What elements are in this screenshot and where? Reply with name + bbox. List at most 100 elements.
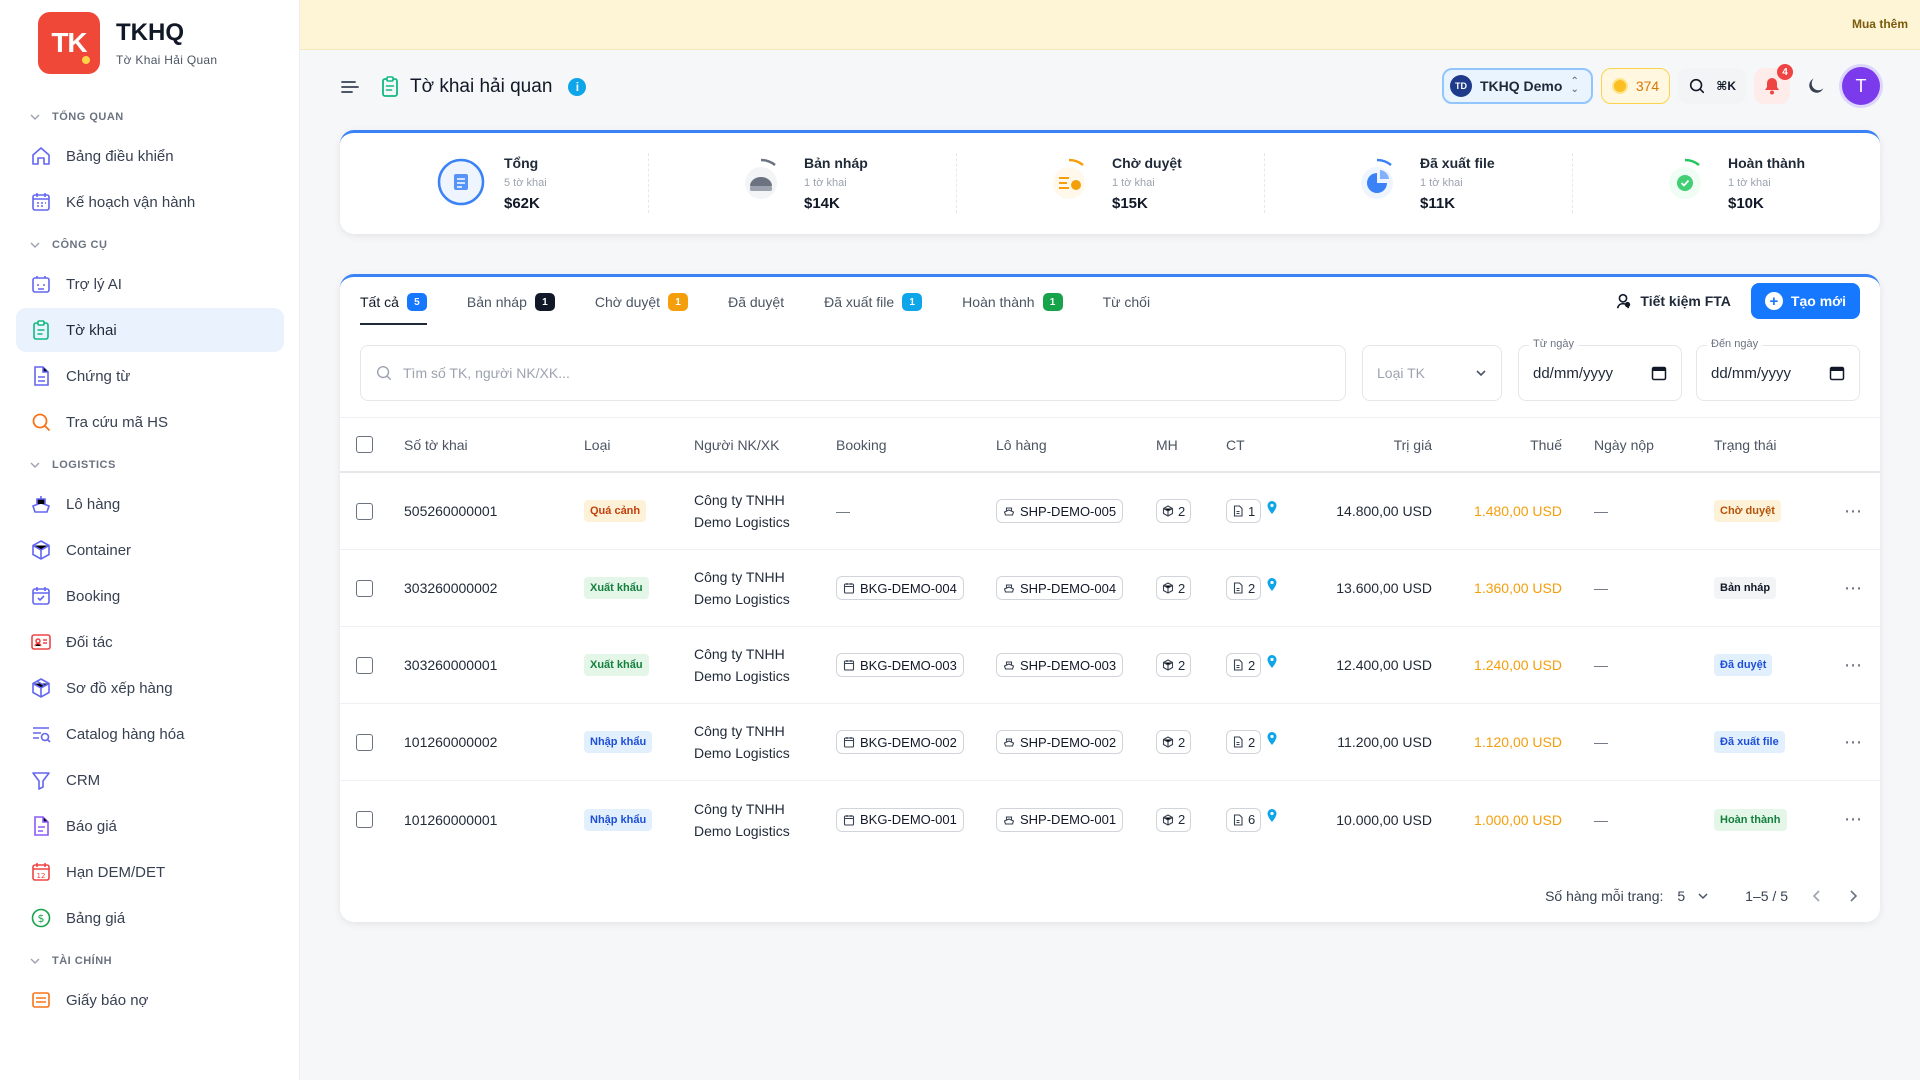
brand[interactable]: TK TKHQ Tờ Khai Hải Quan: [38, 12, 217, 74]
sidebar-item-1-3[interactable]: Tra cứu mã HS: [16, 400, 284, 444]
stat-card-1[interactable]: Bản nháp 1 tờ khai $14K: [648, 133, 956, 234]
sidebar-section-0[interactable]: TỔNG QUAN: [16, 102, 284, 132]
shipment-tag[interactable]: SHP-DEMO-001: [996, 807, 1124, 832]
row-checkbox[interactable]: [356, 579, 373, 597]
declaration-no[interactable]: 101260000001: [404, 781, 497, 858]
location-pin-icon[interactable]: [1267, 809, 1277, 822]
row-more-icon[interactable]: ⋯: [1844, 704, 1863, 780]
stat-card-0[interactable]: Tổng 5 tờ khai $62K: [340, 133, 648, 234]
tab-6[interactable]: Từ chối: [1103, 277, 1151, 327]
menu-toggle-icon[interactable]: [340, 77, 360, 97]
stat-card-3[interactable]: Đã xuất file 1 tờ khai $11K: [1264, 133, 1572, 234]
table-row[interactable]: 101260000002 Nhập khẩu Công ty TNHH Demo L…: [340, 704, 1880, 781]
row-checkbox[interactable]: [356, 502, 373, 520]
sidebar-item-1-2[interactable]: Chứng từ: [16, 354, 284, 398]
sidebar-item-2-3[interactable]: Đối tác: [16, 620, 284, 664]
search-input[interactable]: [403, 365, 1303, 381]
stat-card-4[interactable]: Hoàn thành 1 tờ khai $10K: [1572, 133, 1880, 234]
col-tax[interactable]: Thuế: [1530, 418, 1562, 471]
table-row[interactable]: 303260000001 Xuất khẩu Công ty TNHH Demo L…: [340, 627, 1880, 704]
global-search-button[interactable]: ⌘K: [1678, 68, 1746, 104]
row-checkbox[interactable]: [356, 811, 373, 828]
shipment-tag[interactable]: SHP-DEMO-002: [996, 730, 1124, 754]
sidebar-item-3-0[interactable]: Giấy báo nợ: [16, 978, 284, 1022]
sidebar-item-1-0[interactable]: Trợ lý AI: [16, 262, 284, 306]
table-row[interactable]: 505260000001 Quá cảnh Công ty TNHH Demo Lo…: [340, 473, 1880, 550]
location-pin-icon[interactable]: [1267, 577, 1277, 591]
declaration-no[interactable]: 303260000002: [404, 550, 497, 626]
row-checkbox[interactable]: [356, 733, 373, 751]
declaration-no[interactable]: 303260000001: [404, 627, 497, 703]
location-pin-icon[interactable]: [1267, 654, 1277, 668]
row-more-icon[interactable]: ⋯: [1844, 781, 1863, 858]
col-ct[interactable]: CT: [1226, 418, 1245, 471]
location-pin-icon[interactable]: [1267, 500, 1277, 514]
row-checkbox[interactable]: [356, 656, 373, 674]
buy-more-link[interactable]: Mua thêm: [1852, 17, 1908, 31]
sidebar-item-2-6[interactable]: CRM: [16, 758, 284, 802]
sidebar-item-1-1[interactable]: Tờ khai: [16, 308, 284, 352]
col-value[interactable]: Trị giá: [1394, 418, 1432, 471]
tab-2[interactable]: Chờ duyệt 1: [595, 277, 689, 327]
theme-toggle[interactable]: [1798, 68, 1834, 104]
tab-1[interactable]: Bản nháp 1: [467, 277, 555, 327]
col-shipment[interactable]: Lô hàng: [996, 418, 1047, 471]
select-all-checkbox[interactable]: [356, 436, 373, 453]
user-avatar[interactable]: T: [1842, 67, 1880, 105]
sidebar-item-2-5[interactable]: Catalog hàng hóa: [16, 712, 284, 756]
info-icon[interactable]: i: [568, 78, 587, 96]
location-pin-icon[interactable]: [1267, 731, 1277, 745]
tab-0[interactable]: Tất cả 5: [360, 277, 427, 327]
create-new-button[interactable]: + Tạo mới: [1750, 283, 1860, 319]
col-mh[interactable]: MH: [1156, 418, 1178, 471]
booking-tag[interactable]: BKG-DEMO-004: [836, 576, 964, 600]
col-party[interactable]: Người NK/XK: [694, 418, 814, 471]
booking-tag[interactable]: BKG-DEMO-003: [836, 653, 964, 677]
sidebar-item-0-1[interactable]: Kế hoạch vận hành: [16, 180, 284, 224]
shipment-tag[interactable]: SHP-DEMO-003: [996, 653, 1124, 677]
rows-per-page-select[interactable]: 5: [1677, 888, 1709, 904]
sidebar-item-2-4[interactable]: Sơ đồ xếp hàng: [16, 666, 284, 710]
org-switcher[interactable]: TD TKHQ Demo ⌃ ⌄: [1441, 68, 1593, 104]
sidebar-item-2-7[interactable]: Báo giá: [16, 804, 284, 848]
col-declaration-no[interactable]: Số tờ khai: [404, 418, 468, 471]
search-field[interactable]: [360, 345, 1346, 401]
col-status[interactable]: Trạng thái: [1714, 418, 1777, 471]
row-more-icon[interactable]: ⋯: [1844, 627, 1863, 703]
next-page-icon[interactable]: [1846, 889, 1860, 903]
tab-3[interactable]: Đã duyệt: [728, 277, 784, 327]
row-more-icon[interactable]: ⋯: [1844, 550, 1863, 626]
sidebar-section-2[interactable]: LOGISTICS: [16, 450, 284, 480]
sidebar-item-2-8[interactable]: 12 Hạn DEM/DET: [16, 850, 284, 894]
sidebar-item-2-0[interactable]: Lô hàng: [16, 482, 284, 526]
sidebar-item-2-1[interactable]: Container: [16, 528, 284, 572]
calendar-icon[interactable]: [1829, 365, 1845, 381]
notifications-button[interactable]: 4: [1754, 64, 1793, 104]
declaration-no[interactable]: 505260000001: [404, 473, 497, 549]
row-more-icon[interactable]: ⋯: [1844, 473, 1863, 549]
sidebar-section-1[interactable]: CÔNG CỤ: [16, 230, 284, 260]
sidebar-section-3[interactable]: TÀI CHÍNH: [16, 946, 284, 976]
calendar-icon[interactable]: [1651, 365, 1667, 381]
declaration-no[interactable]: 101260000002: [404, 704, 497, 780]
col-booking[interactable]: Booking: [836, 418, 887, 471]
col-type[interactable]: Loại: [584, 418, 610, 471]
booking-tag[interactable]: BKG-DEMO-002: [836, 730, 964, 754]
prev-page-icon[interactable]: [1810, 889, 1824, 903]
tab-5[interactable]: Hoàn thành 1: [962, 277, 1063, 327]
table-row[interactable]: 101260000001 Nhập khẩu Công ty TNHH Demo L…: [340, 781, 1880, 858]
booking-tag[interactable]: BKG-DEMO-001: [836, 807, 964, 832]
to-date-field[interactable]: Đến ngày dd/mm/yyyy: [1696, 338, 1860, 401]
shipment-tag[interactable]: SHP-DEMO-005: [996, 499, 1124, 523]
sidebar-item-0-0[interactable]: Bảng điều khiển: [16, 134, 284, 178]
sidebar-item-2-2[interactable]: Booking: [16, 574, 284, 618]
tab-4[interactable]: Đã xuất file 1: [824, 277, 923, 327]
sidebar-item-2-9[interactable]: $ Bảng giá: [16, 896, 284, 940]
shipment-tag[interactable]: SHP-DEMO-004: [996, 576, 1124, 600]
coin-balance[interactable]: 374: [1600, 68, 1671, 104]
declaration-type-select[interactable]: Loại TK: [1362, 345, 1502, 401]
stat-card-2[interactable]: Chờ duyệt 1 tờ khai $15K: [956, 133, 1264, 234]
fta-savings-button[interactable]: Tiết kiệm FTA: [1614, 292, 1731, 310]
col-submit-date[interactable]: Ngày nộp: [1594, 418, 1654, 471]
from-date-field[interactable]: Từ ngày dd/mm/yyyy: [1518, 338, 1682, 401]
